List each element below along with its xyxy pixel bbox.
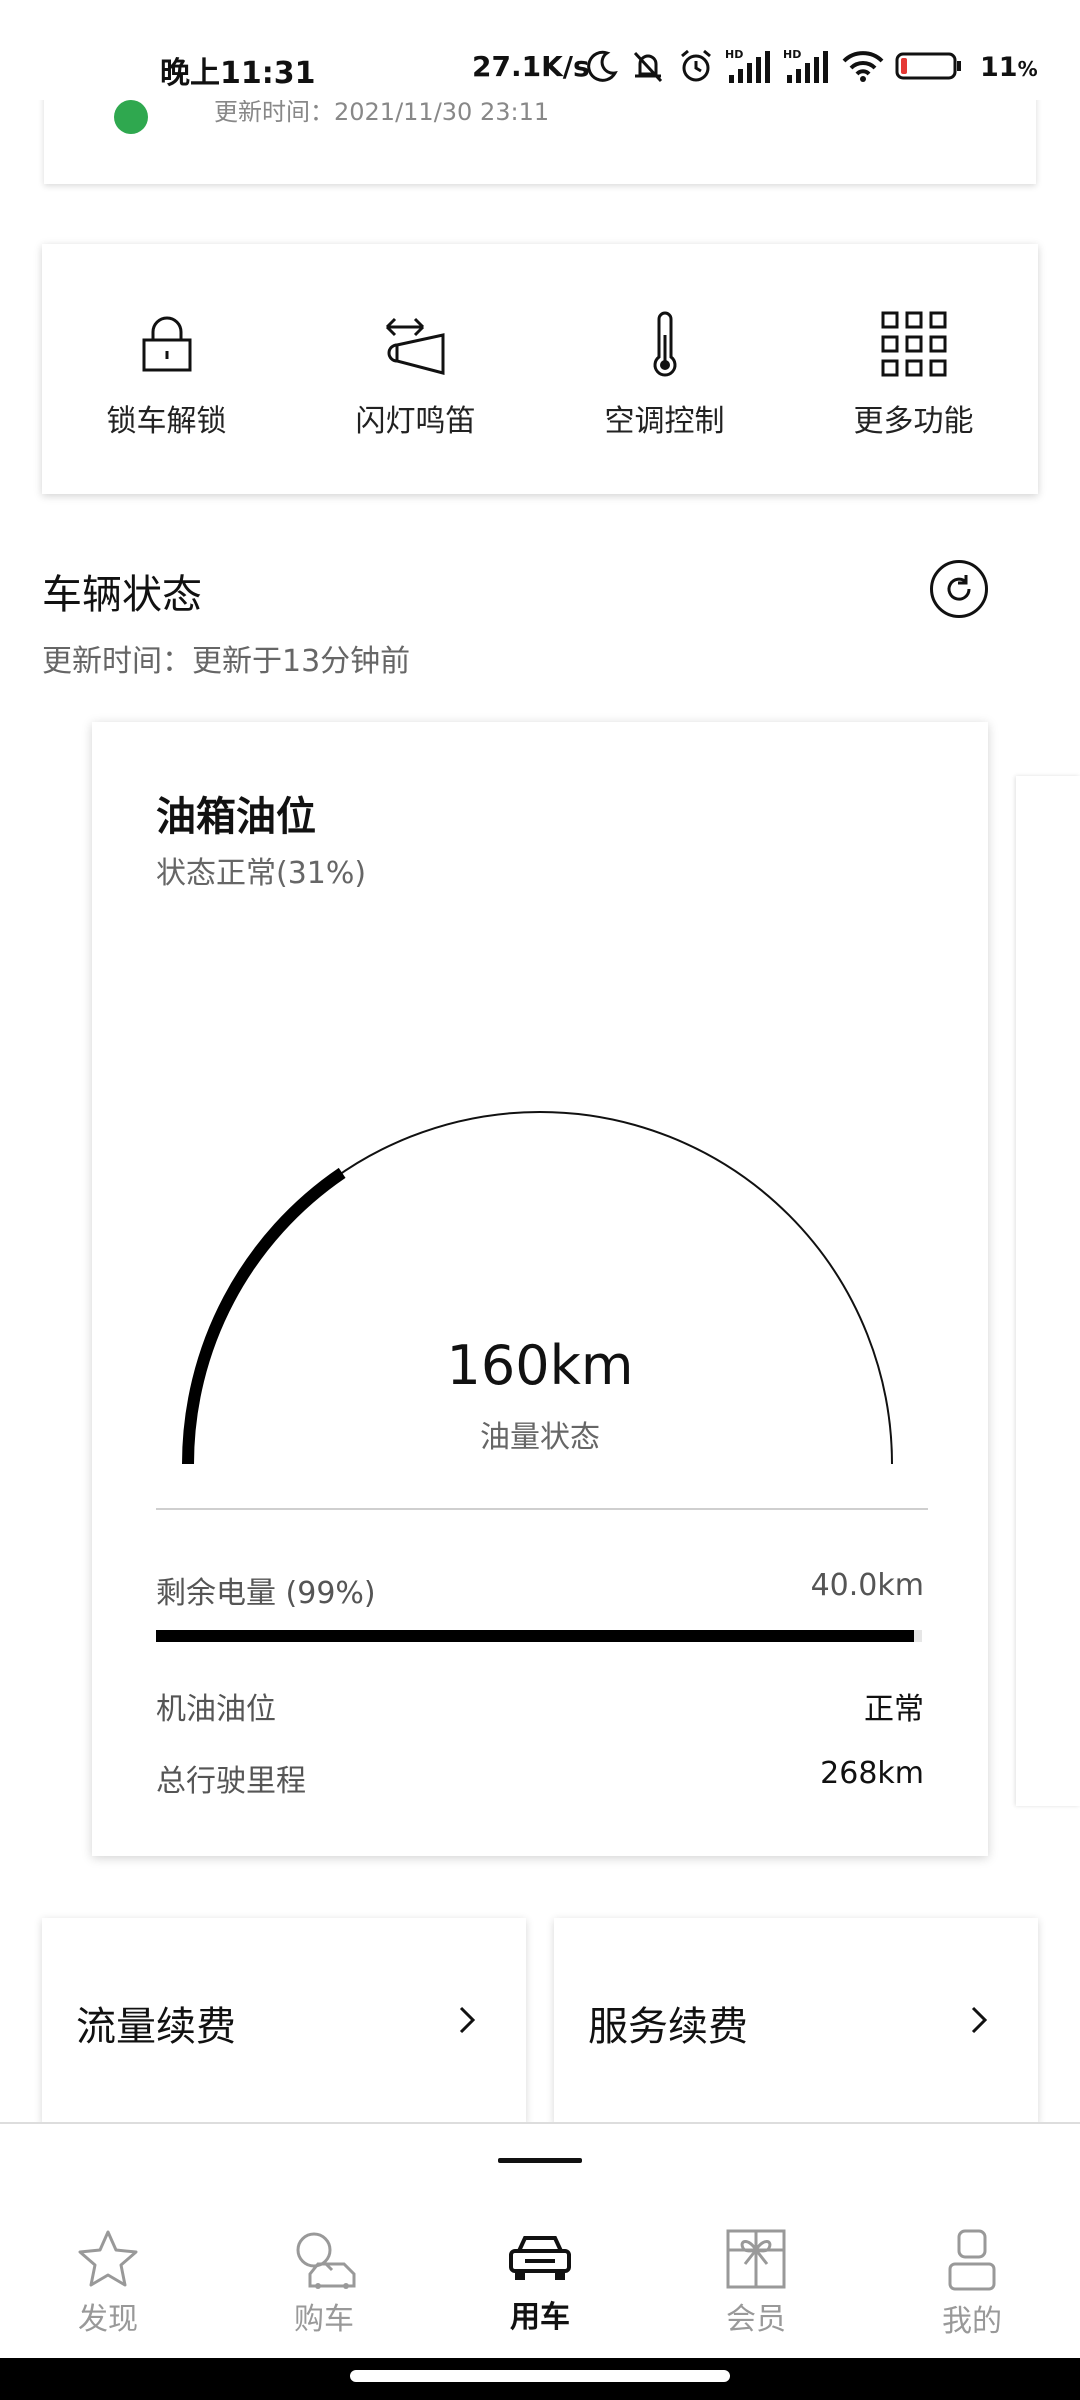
electric-progress-bar xyxy=(156,1630,922,1642)
moon-icon xyxy=(585,49,619,87)
vehicle-status-update-info: 更新时间：更新于13分钟前 xyxy=(42,644,411,679)
tab-buy-car[interactable]: 购车 xyxy=(216,2212,432,2337)
chevron-right-icon xyxy=(971,2006,988,2034)
signal-hd-2-icon: HD xyxy=(783,47,831,89)
electric-value: 40.0km xyxy=(810,1568,924,1603)
flash-horn-icon xyxy=(380,308,452,380)
lock-icon xyxy=(131,308,203,380)
car-icon xyxy=(506,2228,574,2288)
range-label: 油量状态 xyxy=(480,1420,600,1455)
vehicle-status-title: 车辆状态 xyxy=(42,572,202,618)
signal-hd-1-icon: HD xyxy=(725,47,773,89)
tab-label: 我的 xyxy=(942,2304,1002,2339)
oil-level-value: 正常 xyxy=(864,1692,924,1727)
electric-progress-fill xyxy=(156,1630,915,1642)
person-icon xyxy=(938,2228,1006,2292)
system-nav-bar xyxy=(0,2358,1080,2400)
svg-text:HD: HD xyxy=(725,48,743,61)
status-icons: HD HD xyxy=(585,46,963,90)
data-renewal-label: 流量续费 xyxy=(76,2004,236,2050)
alarm-icon xyxy=(677,47,715,89)
mute-icon xyxy=(629,47,667,89)
quick-action-label: 锁车解锁 xyxy=(106,404,227,439)
tab-label: 购车 xyxy=(294,2302,354,2337)
quick-action-label: 空调控制 xyxy=(604,404,725,439)
range-value: 160km xyxy=(446,1334,634,1397)
refresh-icon xyxy=(947,575,971,601)
quick-action-more[interactable]: 更多功能 xyxy=(789,244,1038,494)
quick-action-lock[interactable]: 锁车解锁 xyxy=(42,244,291,494)
battery-percentage: 11% xyxy=(980,52,1038,83)
status-time: 晚上11:31 xyxy=(160,56,316,91)
thermometer-icon xyxy=(629,308,701,380)
service-renewal-card[interactable]: 服务续费 xyxy=(554,1918,1038,2124)
tab-bar: 发现 购车 用车 会员 我的 xyxy=(0,2212,1080,2339)
quick-action-climate[interactable]: 空调控制 xyxy=(540,244,789,494)
tab-label: 用车 xyxy=(510,2300,570,2335)
mileage-label: 总行驶里程 xyxy=(156,1764,306,1799)
divider xyxy=(156,1508,928,1510)
tab-discover[interactable]: 发现 xyxy=(0,2212,216,2337)
tab-member[interactable]: 会员 xyxy=(648,2212,864,2337)
fuel-gauge xyxy=(182,1111,893,1465)
wifi-icon xyxy=(841,49,885,87)
quick-action-label: 更多功能 xyxy=(853,404,974,439)
tab-mine[interactable]: 我的 xyxy=(864,2212,1080,2339)
tab-label: 发现 xyxy=(78,2302,138,2337)
electric-label: 剩余电量 (99%) xyxy=(156,1576,376,1611)
next-status-card[interactable] xyxy=(1016,776,1080,1806)
quick-action-label: 闪灯鸣笛 xyxy=(355,404,476,439)
network-speed: 27.1K/s xyxy=(472,50,590,83)
home-gesture-pill[interactable] xyxy=(350,2370,730,2382)
fuel-level-card[interactable]: 油箱油位 状态正常(31%) 160km 油量状态 剩余电量 (99%) 40.… xyxy=(92,722,988,1856)
gift-icon xyxy=(722,2228,790,2290)
tab-use-car[interactable]: 用车 xyxy=(432,2212,648,2336)
oil-level-label: 机油油位 xyxy=(156,1692,276,1727)
service-renewal-label: 服务续费 xyxy=(588,2004,748,2050)
quick-action-flash-horn[interactable]: 闪灯鸣笛 xyxy=(291,244,540,494)
battery-percentage-value: 11 xyxy=(980,52,1018,83)
star-icon xyxy=(74,2228,142,2290)
refresh-button[interactable] xyxy=(930,560,988,618)
status-dot xyxy=(114,100,148,134)
car-search-icon xyxy=(290,2228,358,2290)
status-bar: 晚上11:31 27.1K/s HD HD 11% xyxy=(0,0,1080,100)
bottom-panel: 发现 购车 用车 会员 我的 xyxy=(0,2122,1080,2339)
svg-text:HD: HD xyxy=(783,48,801,61)
tab-label: 会员 xyxy=(726,2302,786,2337)
quick-actions-card: 锁车解锁 闪灯鸣笛 空调控制 更多功能 xyxy=(42,244,1038,494)
drag-handle[interactable] xyxy=(498,2158,582,2163)
battery-icon xyxy=(895,50,963,86)
grid-icon xyxy=(878,308,950,380)
chevron-right-icon xyxy=(459,2006,476,2034)
data-renewal-card[interactable]: 流量续费 xyxy=(42,1918,526,2124)
mileage-value: 268km xyxy=(820,1756,924,1791)
